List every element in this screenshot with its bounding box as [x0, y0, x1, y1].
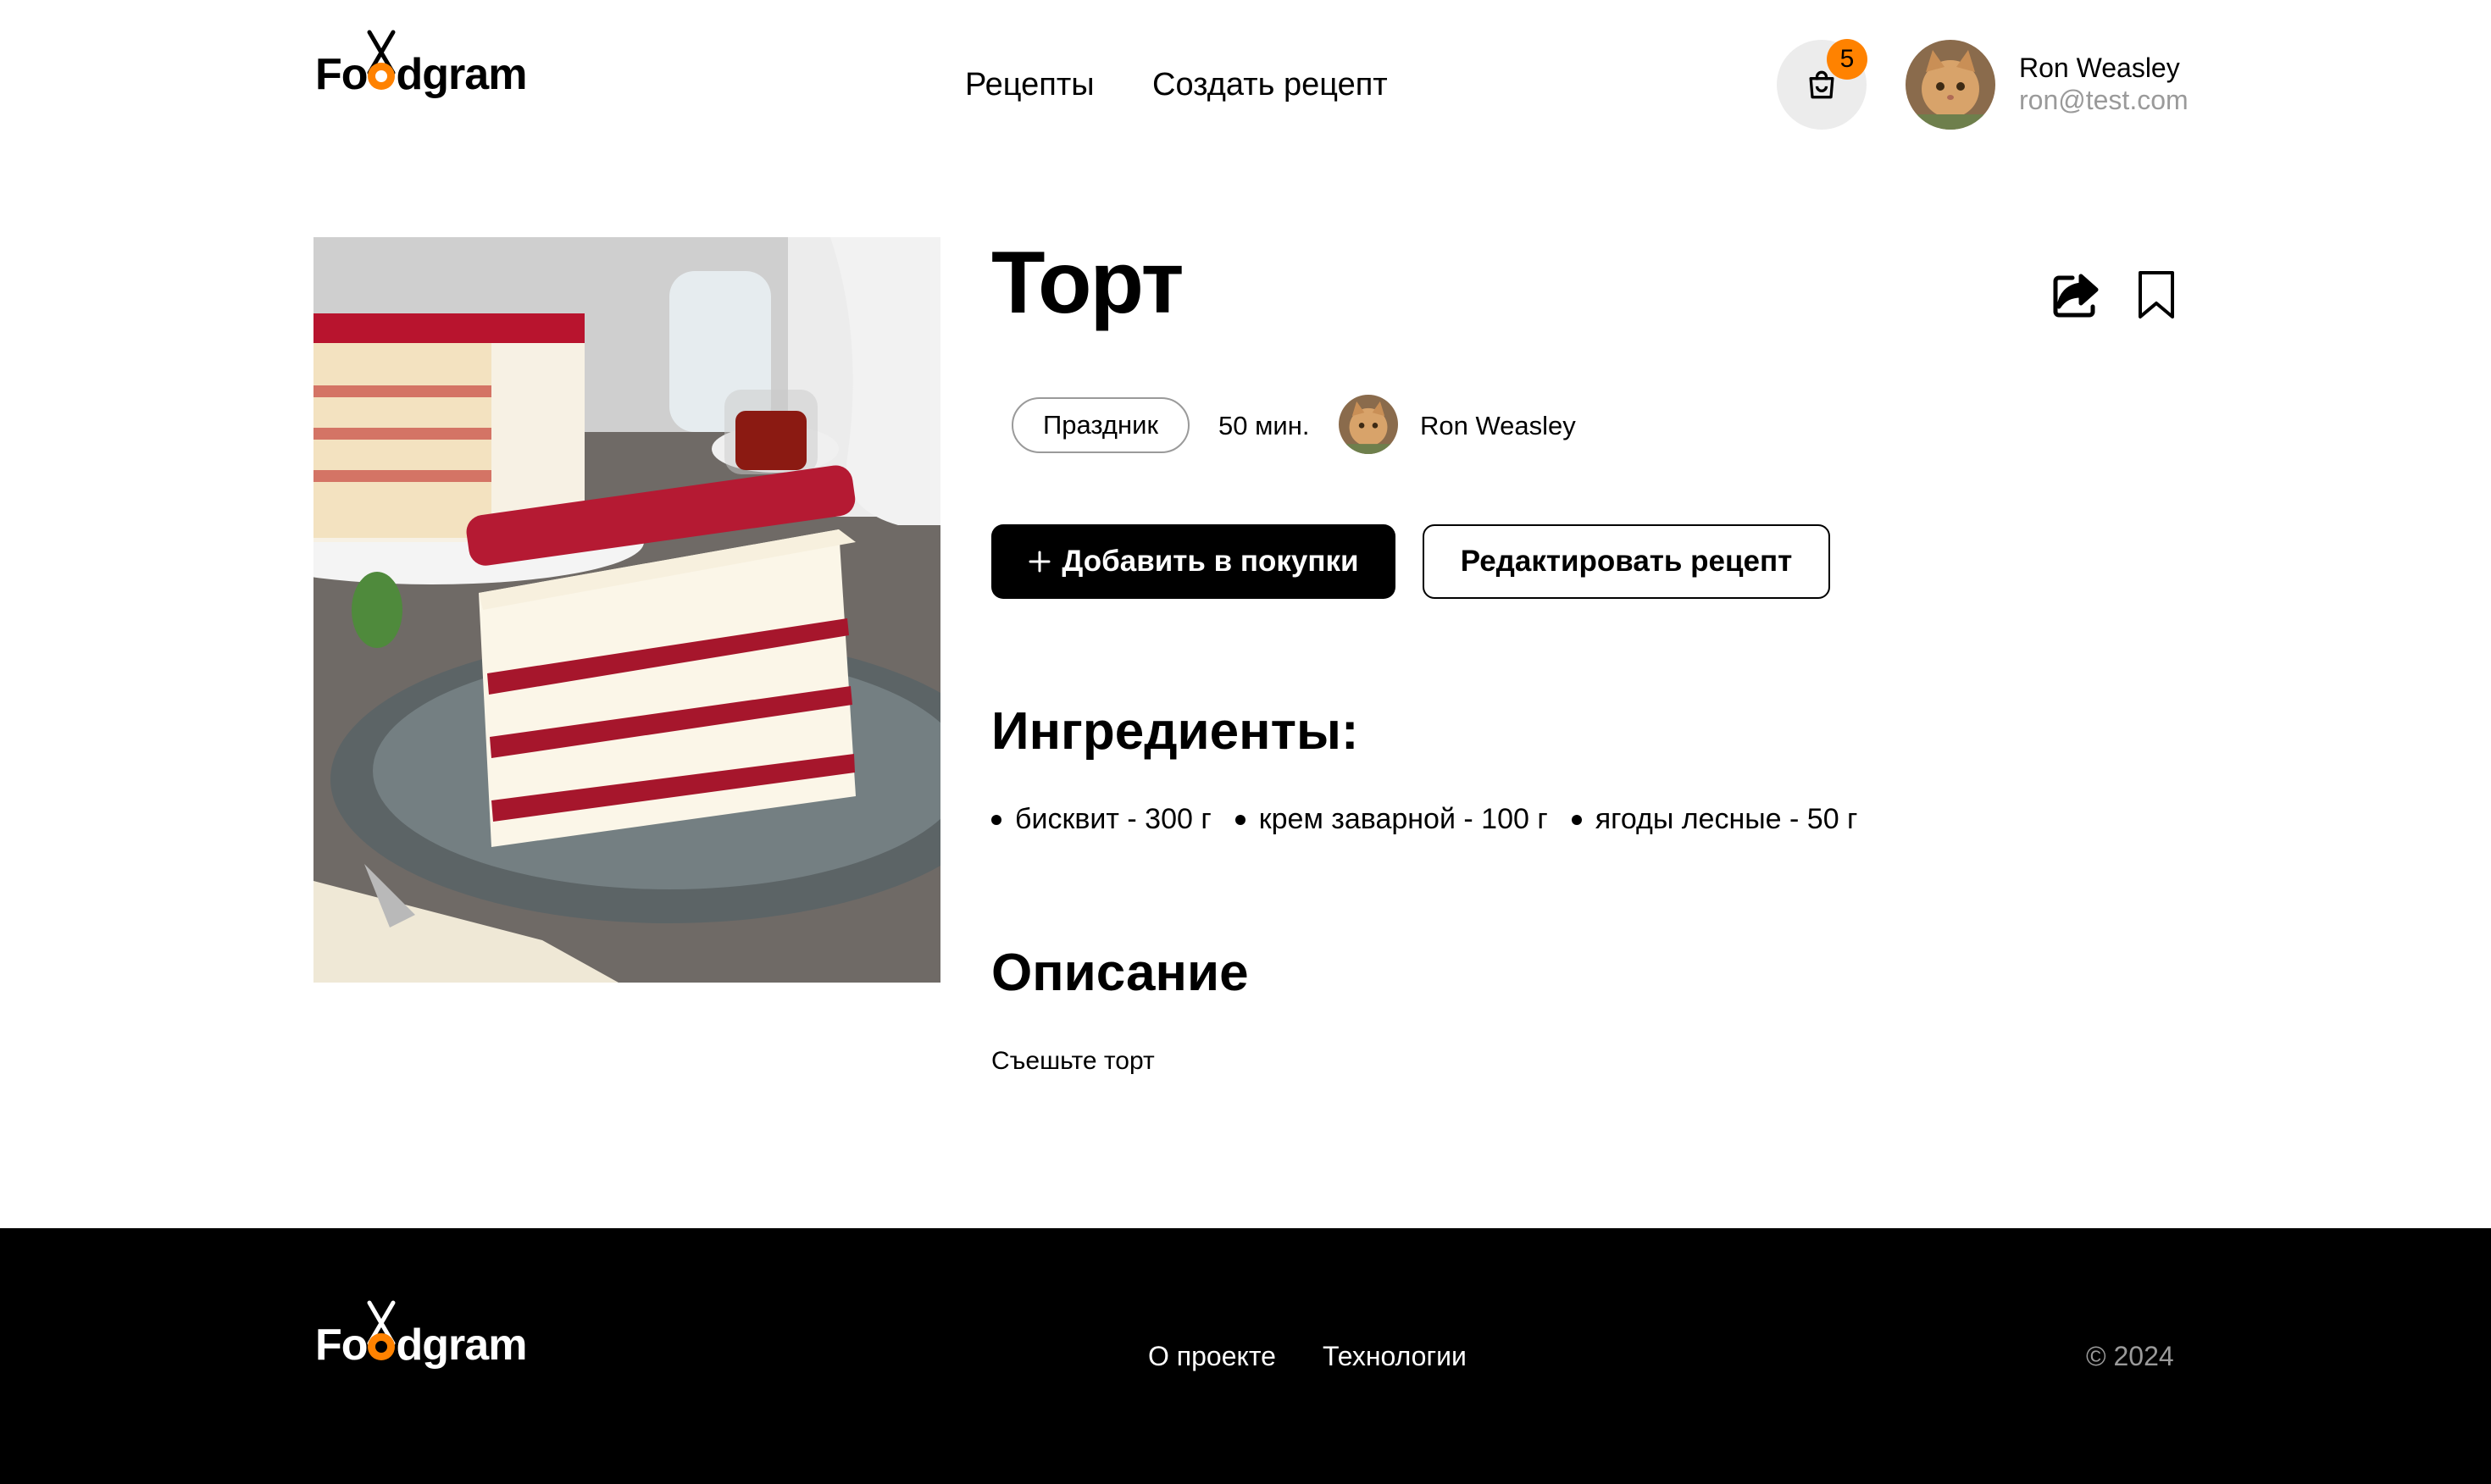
- recipe-title: Торт: [991, 234, 1184, 332]
- bullet-icon: [1571, 814, 1582, 825]
- description-heading: Описание: [991, 944, 1249, 1002]
- ingredient-item: крем заварной - 100 г: [1234, 803, 1548, 836]
- logo-mark-icon: [367, 30, 397, 97]
- nav-recipes[interactable]: Рецепты: [965, 67, 1095, 103]
- user-name: Ron Weasley: [2019, 53, 2180, 83]
- logo-text-start: Fo: [315, 50, 369, 99]
- nav-create-recipe[interactable]: Создать рецепт: [1152, 67, 1388, 103]
- copyright: © 2024: [2086, 1341, 2174, 1371]
- footer-logo-mark-icon: [367, 1300, 397, 1367]
- ingredient-item: ягоды лесные - 50 г: [1571, 803, 1857, 836]
- cooking-time: 50 мин.: [1218, 411, 1310, 440]
- share-icon: [2053, 274, 2099, 318]
- user-avatar[interactable]: [1906, 40, 1995, 130]
- ingredients-list: бисквит - 300 г крем заварной - 100 г яг…: [991, 803, 1857, 836]
- footer-link-about[interactable]: О проекте: [1148, 1341, 1276, 1372]
- edit-recipe-button[interactable]: Редактировать рецепт: [1423, 524, 1830, 599]
- description-text: Съешьте торт: [991, 1047, 1155, 1075]
- footer-logo[interactable]: Fo dgram: [315, 1300, 528, 1370]
- logo[interactable]: Fo dgram: [315, 30, 528, 99]
- bookmark-button[interactable]: [2137, 269, 2176, 323]
- add-to-cart-label: Добавить в покупки: [1062, 545, 1359, 578]
- ingredient-item: бисквит - 300 г: [991, 803, 1212, 836]
- bookmark-icon: [2139, 271, 2174, 318]
- user-email: ron@test.com: [2019, 85, 2189, 115]
- logo-text-end: dgram: [396, 50, 528, 99]
- ingredients-heading: Ингредиенты:: [991, 702, 1359, 761]
- share-button[interactable]: [2052, 269, 2100, 321]
- recipe-image: [313, 237, 940, 983]
- footer-link-technologies[interactable]: Технологии: [1323, 1341, 1467, 1372]
- bullet-icon: [1234, 814, 1246, 825]
- add-to-cart-button[interactable]: Добавить в покупки: [991, 524, 1395, 599]
- footer-logo-text-end: dgram: [396, 1321, 528, 1370]
- author-name[interactable]: Ron Weasley: [1420, 411, 1576, 441]
- plus-icon: [1029, 551, 1051, 573]
- bullet-icon: [991, 814, 1001, 825]
- recipe-tag[interactable]: Праздник: [1012, 397, 1190, 453]
- cart-count-badge: 5: [1827, 39, 1867, 80]
- footer-logo-text-start: Fo: [315, 1321, 369, 1370]
- author-avatar: [1339, 395, 1398, 454]
